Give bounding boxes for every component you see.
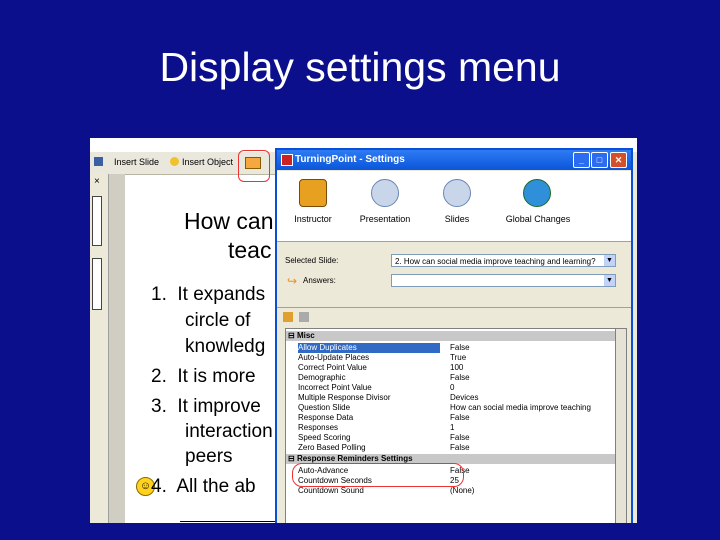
property-key: Zero Based Polling	[298, 443, 366, 452]
slide-title: Display settings menu	[159, 44, 561, 90]
property-key: Incorrect Point Value	[298, 383, 372, 392]
property-key: Auto-Update Places	[298, 353, 370, 362]
property-key: Question Slide	[298, 403, 351, 412]
property-value[interactable]: False	[450, 343, 616, 353]
property-value[interactable]: False	[450, 466, 616, 476]
categorized-icon[interactable]	[283, 312, 293, 322]
property-scrollbar[interactable]	[615, 328, 627, 523]
property-value[interactable]: 1	[450, 423, 616, 433]
property-value[interactable]: True	[450, 353, 616, 363]
selected-slide-dropdown[interactable]: 2. How can social media improve teaching…	[391, 254, 616, 267]
property-row[interactable]: Incorrect Point Value 0	[286, 383, 616, 393]
answer-line: 3. It improve	[151, 396, 261, 417]
answers-arrow-icon: ↪	[287, 274, 298, 288]
property-key: Countdown Sound	[298, 486, 364, 495]
tab-label: Instructor	[294, 214, 332, 224]
property-value[interactable]: False	[450, 373, 616, 383]
property-row[interactable]: Responses 1	[286, 423, 616, 433]
category-label: Misc	[296, 331, 315, 340]
answers-label: Answers:	[303, 276, 336, 285]
presentation-gear-icon	[371, 179, 399, 207]
property-key: Correct Point Value	[298, 363, 367, 372]
chevron-down-icon[interactable]: ▼	[604, 275, 615, 286]
chevron-down-icon[interactable]: ▼	[604, 255, 615, 266]
properties-toolbar	[277, 307, 631, 328]
property-value[interactable]: 25	[450, 476, 616, 486]
chart-placeholder	[180, 521, 290, 523]
dialog-title: TurningPoint - Settings	[295, 154, 405, 165]
slide-thumbnail[interactable]	[92, 258, 102, 310]
property-key: Multiple Response Divisor	[298, 393, 391, 402]
property-value[interactable]: Devices	[450, 393, 616, 403]
property-value[interactable]: False	[450, 433, 616, 443]
insert-object-button[interactable]: Insert Object	[182, 157, 233, 167]
close-pane-icon[interactable]: ×	[94, 176, 100, 187]
answers-dropdown[interactable]: ▼	[391, 274, 616, 287]
property-row[interactable]: Response Data False	[286, 413, 616, 423]
answer-line: peers	[185, 446, 233, 467]
property-value[interactable]: How can social media improve teaching	[450, 403, 616, 413]
property-key: Speed Scoring	[298, 433, 351, 442]
property-value[interactable]: (None)	[450, 486, 616, 496]
property-row[interactable]: Demographic False	[286, 373, 616, 383]
tab-label: Global Changes	[505, 214, 571, 224]
tab-presentation[interactable]: Presentation	[349, 171, 421, 241]
globe-icon	[523, 179, 551, 207]
property-row[interactable]: Zero Based Polling False	[286, 443, 616, 453]
property-row[interactable]: Allow Duplicates False	[286, 343, 616, 353]
property-value[interactable]: False	[450, 443, 616, 453]
category-label: Response Reminders Settings	[296, 454, 413, 463]
property-row[interactable]: Countdown Sound (None)	[286, 486, 616, 496]
turningpoint-icon	[281, 154, 293, 166]
insert-object-icon	[170, 157, 179, 166]
minimize-button[interactable]: _	[573, 152, 590, 168]
property-key: Response Data	[298, 413, 354, 422]
tab-label: Slides	[444, 214, 470, 224]
alphabetical-icon[interactable]	[299, 312, 309, 322]
property-row[interactable]: Speed Scoring False	[286, 433, 616, 443]
slide-canvas: How can teac 1. It expands circle of kno…	[125, 188, 290, 523]
settings-dialog: TurningPoint - Settings _ □ ✕ Instructor…	[275, 148, 633, 523]
settings-button-highlight	[238, 150, 270, 182]
question-line-1: How can	[184, 208, 274, 234]
tab-slides[interactable]: Slides	[421, 171, 493, 241]
tab-instructor[interactable]: Instructor	[277, 171, 349, 241]
insert-slide-button[interactable]: Insert Slide	[114, 157, 159, 167]
settings-tabs: Instructor Presentation Slides Global Ch…	[277, 171, 631, 242]
slides-pane: ×	[90, 174, 109, 523]
slide-thumbnail[interactable]	[92, 196, 102, 246]
save-icon[interactable]	[94, 157, 103, 166]
countdown-highlight	[292, 463, 464, 487]
property-row[interactable]: Question Slide How can social media impro…	[286, 403, 616, 413]
answer-line: 2. It is more	[151, 366, 256, 387]
answer-line: interaction	[185, 421, 273, 442]
selected-slide-value: 2. How can social media improve teaching…	[395, 257, 596, 266]
instructor-icon	[299, 179, 327, 207]
property-key: Demographic	[298, 373, 346, 382]
dialog-titlebar[interactable]: TurningPoint - Settings _ □ ✕	[277, 150, 631, 170]
slides-gear-icon	[443, 179, 471, 207]
answer-line: 1. It expands	[151, 284, 266, 305]
close-button[interactable]: ✕	[610, 152, 627, 168]
property-value[interactable]: False	[450, 413, 616, 423]
property-value[interactable]: 100	[450, 363, 616, 373]
tab-label: Presentation	[359, 214, 411, 224]
property-key: Allow Duplicates	[298, 343, 440, 353]
selected-slide-label: Selected Slide:	[285, 256, 339, 265]
pane-divider	[109, 174, 125, 523]
answer-line: 4. All the ab	[151, 476, 256, 497]
screenshot: Insert Slide Insert Object × How can tea…	[90, 138, 637, 523]
property-row[interactable]: Auto-Update Places True	[286, 353, 616, 363]
category-header[interactable]: ⊟ Misc	[286, 331, 616, 341]
answer-line: circle of	[185, 310, 251, 331]
property-grid: ⊟ Misc Allow Duplicates False Auto-Update…	[285, 328, 617, 523]
question-line-2: teac	[228, 237, 272, 263]
tab-global-changes[interactable]: Global Changes	[493, 171, 583, 241]
maximize-button[interactable]: □	[591, 152, 608, 168]
property-row[interactable]: Multiple Response Divisor Devices	[286, 393, 616, 403]
property-value[interactable]: 0	[450, 383, 616, 393]
answer-line: knowledg	[185, 336, 266, 357]
property-row[interactable]: Correct Point Value 100	[286, 363, 616, 373]
property-key: Responses	[298, 423, 339, 432]
